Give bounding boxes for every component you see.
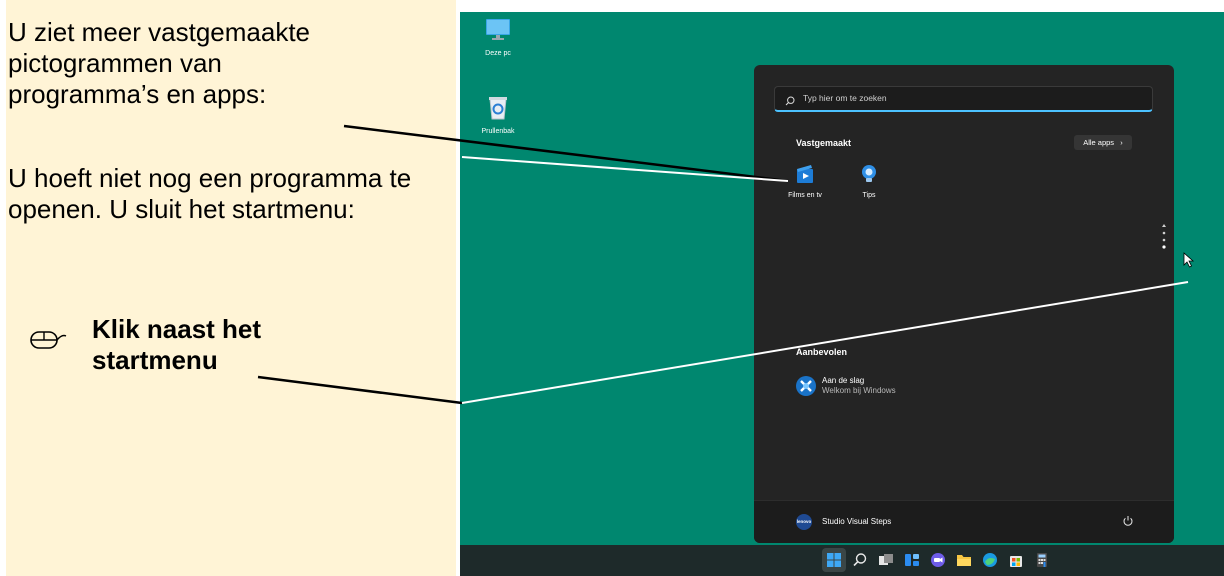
callout-line-pinned xyxy=(343,124,789,183)
callout-line-action xyxy=(257,375,463,405)
annotation-lines xyxy=(257,124,1189,405)
callout-line-action-screen xyxy=(461,281,1189,404)
